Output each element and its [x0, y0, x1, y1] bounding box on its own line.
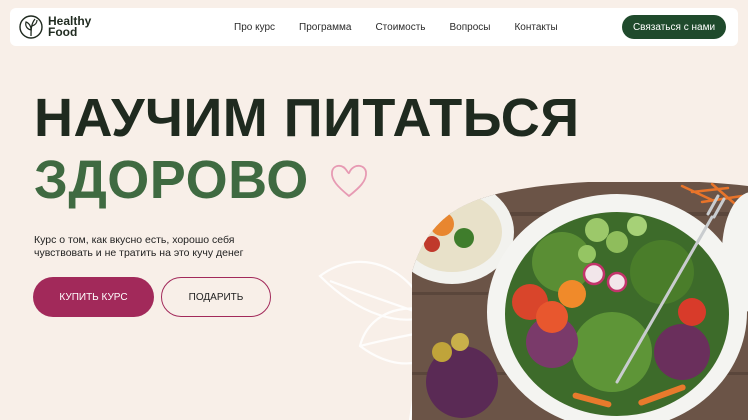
nav-item-contacts[interactable]: Контакты — [514, 22, 557, 33]
heart-outline-icon — [331, 164, 367, 197]
leaf-logo-icon — [19, 15, 43, 39]
logo[interactable]: Healthy Food — [18, 14, 108, 40]
contact-button[interactable]: Связаться с нами — [622, 15, 726, 39]
nav-item-faq[interactable]: Вопросы — [450, 22, 491, 33]
salad-bowl-image — [412, 182, 748, 420]
logo-text: Healthy Food — [48, 15, 108, 39]
hero-title-line2: ЗДОРОВО — [34, 150, 309, 210]
nav-item-about[interactable]: Про курс — [234, 22, 275, 33]
hero-title-line1: НАУЧИМ ПИТАТЬСЯ — [34, 88, 580, 148]
gift-button[interactable]: ПОДАРИТЬ — [161, 277, 271, 317]
buy-course-button[interactable]: КУПИТЬ КУРС — [33, 277, 154, 317]
landing-page: Healthy Food Про курс Программа Стоимост… — [0, 0, 748, 420]
hero-subtitle: Курс о том, как вкусно есть, хорошо себя… — [34, 234, 244, 259]
nav-item-program[interactable]: Программа — [299, 22, 351, 33]
logo-line2: Food — [48, 25, 78, 39]
site-header: Healthy Food Про курс Программа Стоимост… — [10, 8, 738, 46]
nav-item-price[interactable]: Стоимость — [375, 22, 425, 33]
main-nav: Про курс Программа Стоимость Вопросы Кон… — [234, 8, 558, 46]
